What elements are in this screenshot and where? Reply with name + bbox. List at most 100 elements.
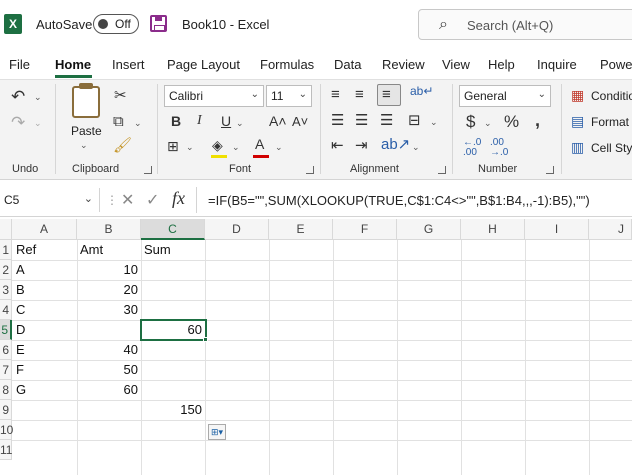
- row-header-4[interactable]: 4: [0, 300, 12, 320]
- redo-icon[interactable]: ↷: [11, 114, 25, 131]
- currency-icon[interactable]: $: [466, 113, 475, 130]
- number-format-dropdown[interactable]: General ⌄: [459, 85, 551, 107]
- cell-b2[interactable]: 10: [78, 260, 138, 280]
- cell-b7[interactable]: 50: [78, 360, 138, 380]
- cell-b4[interactable]: 30: [78, 300, 138, 320]
- tab-insert[interactable]: Insert: [112, 57, 145, 72]
- paste-dropdown-icon[interactable]: ⌄: [80, 140, 88, 151]
- cell-c9[interactable]: 150: [142, 400, 202, 420]
- increase-indent-icon[interactable]: ⇥: [355, 138, 368, 153]
- borders-icon[interactable]: ⊞: [167, 139, 179, 153]
- font-name-dropdown[interactable]: Calibri ⌄: [164, 85, 264, 107]
- cell-a1[interactable]: Ref: [16, 240, 36, 260]
- row-header-1[interactable]: 1: [0, 240, 12, 260]
- column-header-c[interactable]: C: [141, 219, 205, 240]
- fill-handle[interactable]: [203, 337, 208, 342]
- align-center-icon[interactable]: ☰: [355, 113, 368, 128]
- decrease-indent-icon[interactable]: ⇤: [331, 138, 344, 153]
- cell-styles-icon[interactable]: ▥: [571, 140, 584, 154]
- copy-icon[interactable]: ⧉: [113, 114, 124, 129]
- tab-file[interactable]: File: [9, 57, 30, 72]
- wrap-text-icon[interactable]: ab↵: [410, 85, 433, 97]
- autosave-toggle[interactable]: Off: [93, 14, 139, 34]
- cell-a8[interactable]: G: [16, 380, 26, 400]
- tab-data[interactable]: Data: [334, 57, 361, 72]
- column-header-h[interactable]: H: [461, 219, 525, 240]
- column-header-e[interactable]: E: [269, 219, 333, 240]
- clipboard-launcher-icon[interactable]: [144, 166, 152, 174]
- undo-icon[interactable]: ↶: [11, 88, 25, 105]
- paste-options-icon[interactable]: ⊞▾: [208, 424, 226, 440]
- fill-color-dropdown-icon[interactable]: ⌄: [232, 142, 240, 153]
- cell-a6[interactable]: E: [16, 340, 25, 360]
- alignment-launcher-icon[interactable]: [438, 166, 446, 174]
- align-middle-icon[interactable]: ≡: [355, 87, 364, 102]
- decrease-font-icon[interactable]: A˅: [292, 115, 308, 128]
- cancel-icon[interactable]: ✕: [121, 190, 134, 210]
- column-header-a[interactable]: A: [12, 219, 77, 240]
- increase-font-icon[interactable]: A˄: [269, 114, 287, 128]
- copy-dropdown-icon[interactable]: ⌄: [134, 118, 142, 129]
- name-box[interactable]: C5 ⌄: [0, 188, 100, 212]
- format-painter-icon[interactable]: 🖌: [113, 138, 132, 153]
- tab-view[interactable]: View: [442, 57, 470, 72]
- paste-icon[interactable]: [72, 86, 100, 118]
- italic-icon[interactable]: I: [197, 114, 202, 128]
- font-color-icon[interactable]: A: [255, 137, 264, 151]
- cell-b6[interactable]: 40: [78, 340, 138, 360]
- row-header-6[interactable]: 6: [0, 340, 12, 360]
- tab-home[interactable]: Home: [55, 57, 91, 72]
- insert-function-icon[interactable]: fx: [172, 188, 185, 209]
- conditional-formatting-button[interactable]: Conditio: [591, 89, 632, 103]
- cell-a7[interactable]: F: [16, 360, 24, 380]
- cut-icon[interactable]: ✂: [114, 88, 127, 103]
- cell-b8[interactable]: 60: [78, 380, 138, 400]
- row-header-3[interactable]: 3: [0, 280, 12, 300]
- row-header-11[interactable]: 11: [0, 440, 12, 460]
- tab-formulas[interactable]: Formulas: [260, 57, 314, 72]
- cell-a5[interactable]: D: [16, 320, 25, 340]
- row-header-2[interactable]: 2: [0, 260, 12, 280]
- column-header-g[interactable]: G: [397, 219, 461, 240]
- percent-icon[interactable]: %: [504, 113, 519, 130]
- column-header-d[interactable]: D: [205, 219, 269, 240]
- row-header-7[interactable]: 7: [0, 360, 12, 380]
- tab-help[interactable]: Help: [488, 57, 515, 72]
- conditional-formatting-icon[interactable]: ▦: [571, 88, 584, 102]
- format-as-table-button[interactable]: Format: [591, 115, 629, 129]
- cell-c1[interactable]: Sum: [144, 240, 171, 260]
- tab-inquire[interactable]: Inquire: [537, 57, 577, 72]
- save-icon[interactable]: [150, 15, 167, 32]
- font-launcher-icon[interactable]: [306, 166, 314, 174]
- row-header-8[interactable]: 8: [0, 380, 12, 400]
- more-options-icon[interactable]: ⋮: [106, 193, 118, 207]
- orientation-dropdown-icon[interactable]: ⌄: [412, 142, 420, 153]
- tab-review[interactable]: Review: [382, 57, 425, 72]
- search-input[interactable]: ⌕ Search (Alt+Q): [418, 9, 632, 40]
- align-top-icon[interactable]: ≡: [331, 87, 340, 102]
- merge-center-icon[interactable]: ⊟: [408, 113, 421, 128]
- tab-page-layout[interactable]: Page Layout: [167, 57, 240, 72]
- number-launcher-icon[interactable]: [546, 166, 554, 174]
- merge-dropdown-icon[interactable]: ⌄: [430, 117, 438, 128]
- column-header-j[interactable]: J: [589, 219, 632, 240]
- borders-dropdown-icon[interactable]: ⌄: [186, 142, 194, 153]
- fill-color-icon[interactable]: ◈: [212, 138, 223, 152]
- cell-b1[interactable]: Amt: [80, 240, 103, 260]
- cell-a2[interactable]: A: [16, 260, 25, 280]
- align-right-icon[interactable]: ☰: [380, 113, 393, 128]
- row-header-9[interactable]: 9: [0, 400, 12, 420]
- column-header-b[interactable]: B: [77, 219, 141, 240]
- column-header-i[interactable]: I: [525, 219, 589, 240]
- enter-icon[interactable]: ✓: [146, 190, 159, 210]
- row-header-5[interactable]: 5: [0, 320, 12, 340]
- comma-style-icon[interactable]: ,: [535, 111, 540, 129]
- currency-dropdown-icon[interactable]: ⌄: [484, 118, 492, 129]
- decrease-decimal-icon[interactable]: .00 →.0: [490, 138, 508, 158]
- formula-input[interactable]: =IF(B5="",SUM(XLOOKUP(TRUE,C$1:C4<>"",B$…: [208, 193, 590, 208]
- select-all-corner[interactable]: [0, 219, 12, 240]
- cell-a4[interactable]: C: [16, 300, 25, 320]
- format-as-table-icon[interactable]: ▤: [571, 114, 584, 128]
- font-size-dropdown[interactable]: 11 ⌄: [266, 85, 312, 107]
- bold-icon[interactable]: B: [171, 114, 181, 128]
